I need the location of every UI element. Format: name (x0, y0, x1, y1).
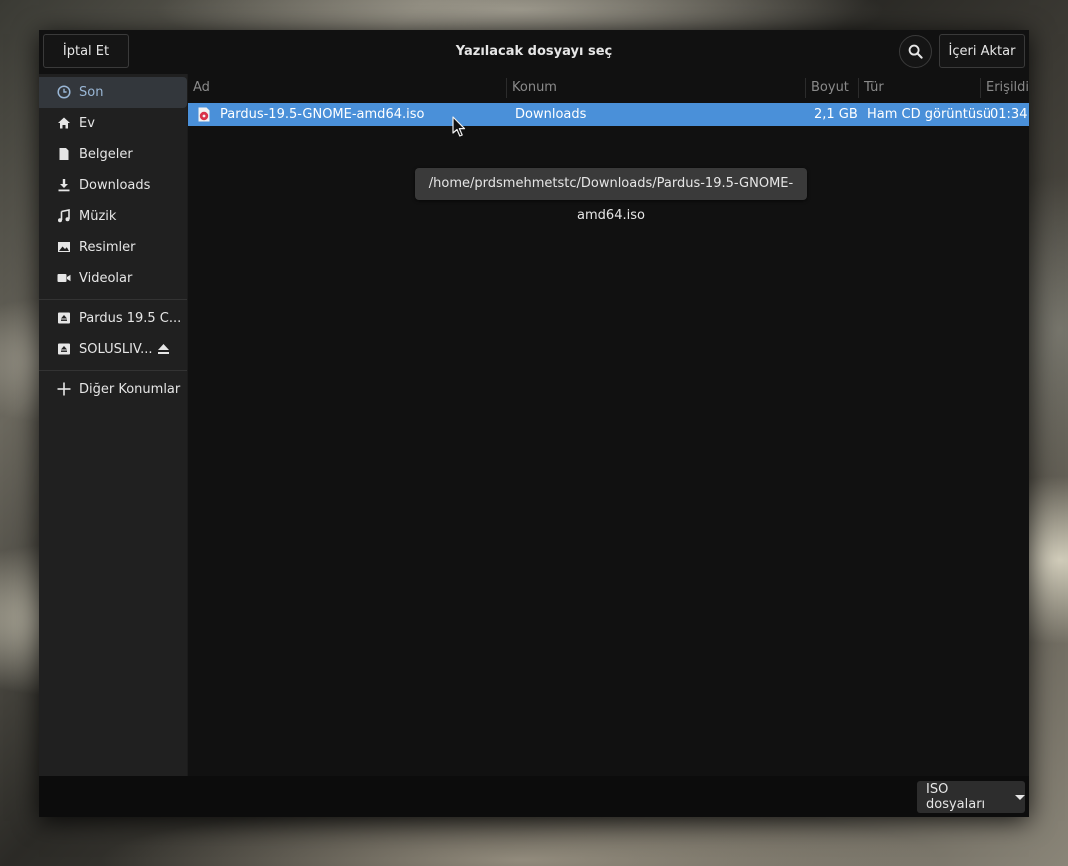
image-icon (58, 242, 70, 252)
file-accessed: 01:34 (990, 107, 1028, 122)
download-icon (58, 179, 70, 192)
file-filter-dropdown[interactable]: ISO dosyaları (917, 781, 1025, 813)
sidebar-item-label: Videolar (79, 271, 133, 286)
file-list-view: Ad Konum Boyut Tür Erişildi Pardus-19.5-… (188, 74, 1029, 776)
sidebar-separator (39, 370, 187, 371)
column-header-location[interactable]: Konum (512, 74, 557, 102)
dialog-title-container: Yazılacak dosyayı seç (39, 30, 1029, 74)
import-button[interactable]: İçeri Aktar (939, 34, 1025, 68)
plus-icon (57, 382, 71, 396)
sidebar-item-documents[interactable]: Belgeler (39, 139, 187, 170)
search-button[interactable] (899, 35, 932, 68)
document-icon (59, 148, 69, 160)
sidebar-item-music[interactable]: Müzik (39, 201, 187, 232)
disc-image-icon (198, 107, 210, 122)
file-chooser-dialog: İptal Et Yazılacak dosyayı seç İçeri Akt… (39, 30, 1029, 817)
sidebar-item-label: Resimler (79, 240, 136, 255)
file-row[interactable]: Pardus-19.5-GNOME-amd64.iso Downloads 2,… (188, 103, 1029, 126)
sidebar-item-label: Pardus 19.5 C... (79, 311, 182, 326)
file-size: 2,1 GB (814, 107, 858, 122)
file-type: Ham CD görüntüsü (867, 107, 992, 122)
column-header-type[interactable]: Tür (864, 74, 884, 102)
places-sidebar: Son Ev Belgeler Downloads Müzik Resimler… (39, 74, 187, 776)
file-name: Pardus-19.5-GNOME-amd64.iso (220, 107, 425, 122)
column-divider (506, 78, 507, 98)
chevron-down-icon (1015, 794, 1025, 800)
file-location: Downloads (515, 107, 587, 122)
sidebar-item-pardus-drive[interactable]: Pardus 19.5 C... (39, 303, 187, 334)
search-icon (908, 44, 923, 59)
sidebar-item-label: Diğer Konumlar (79, 382, 181, 397)
sidebar-item-label: Müzik (79, 209, 117, 224)
sidebar-item-label: Ev (79, 116, 95, 131)
file-filter-label: ISO dosyaları (926, 782, 986, 812)
mouse-pointer-icon (452, 116, 466, 137)
column-divider (980, 78, 981, 98)
sidebar-item-pictures[interactable]: Resimler (39, 232, 187, 263)
sidebar-item-home[interactable]: Ev (39, 108, 187, 139)
sidebar-item-label: Son (79, 85, 104, 100)
column-divider (858, 78, 859, 98)
sidebar-item-label: Belgeler (79, 147, 133, 162)
video-icon (57, 274, 71, 282)
cancel-button[interactable]: İptal Et (43, 34, 129, 68)
dialog-title: Yazılacak dosyayı seç (455, 44, 613, 59)
sidebar-item-other-locations[interactable]: Diğer Konumlar (39, 374, 187, 405)
sidebar-item-label: Downloads (79, 178, 151, 193)
eject-icon[interactable] (157, 343, 170, 355)
file-path-tooltip: /home/prdsmehmetstc/Downloads/Pardus-19.… (415, 168, 807, 223)
sidebar-item-label: SOLUSLIV... (79, 342, 153, 357)
music-icon (58, 209, 70, 223)
sidebar-separator (39, 299, 187, 300)
sidebar-item-videos[interactable]: Videolar (39, 263, 187, 294)
drive-icon (58, 312, 70, 324)
column-header-name[interactable]: Ad (193, 74, 210, 102)
clock-icon (57, 85, 71, 99)
dialog-footer: ISO dosyaları (39, 776, 1029, 817)
sidebar-item-soluslive-drive[interactable]: SOLUSLIV... (39, 334, 187, 365)
drive-icon (58, 343, 70, 355)
sidebar-item-recent[interactable]: Son (39, 77, 187, 108)
column-header-size[interactable]: Boyut (811, 74, 849, 102)
header-bar: İptal Et Yazılacak dosyayı seç İçeri Akt… (39, 30, 1029, 74)
sidebar-item-downloads[interactable]: Downloads (39, 170, 187, 201)
column-divider (805, 78, 806, 98)
home-icon (58, 117, 70, 129)
column-header-accessed[interactable]: Erişildi (986, 74, 1029, 102)
